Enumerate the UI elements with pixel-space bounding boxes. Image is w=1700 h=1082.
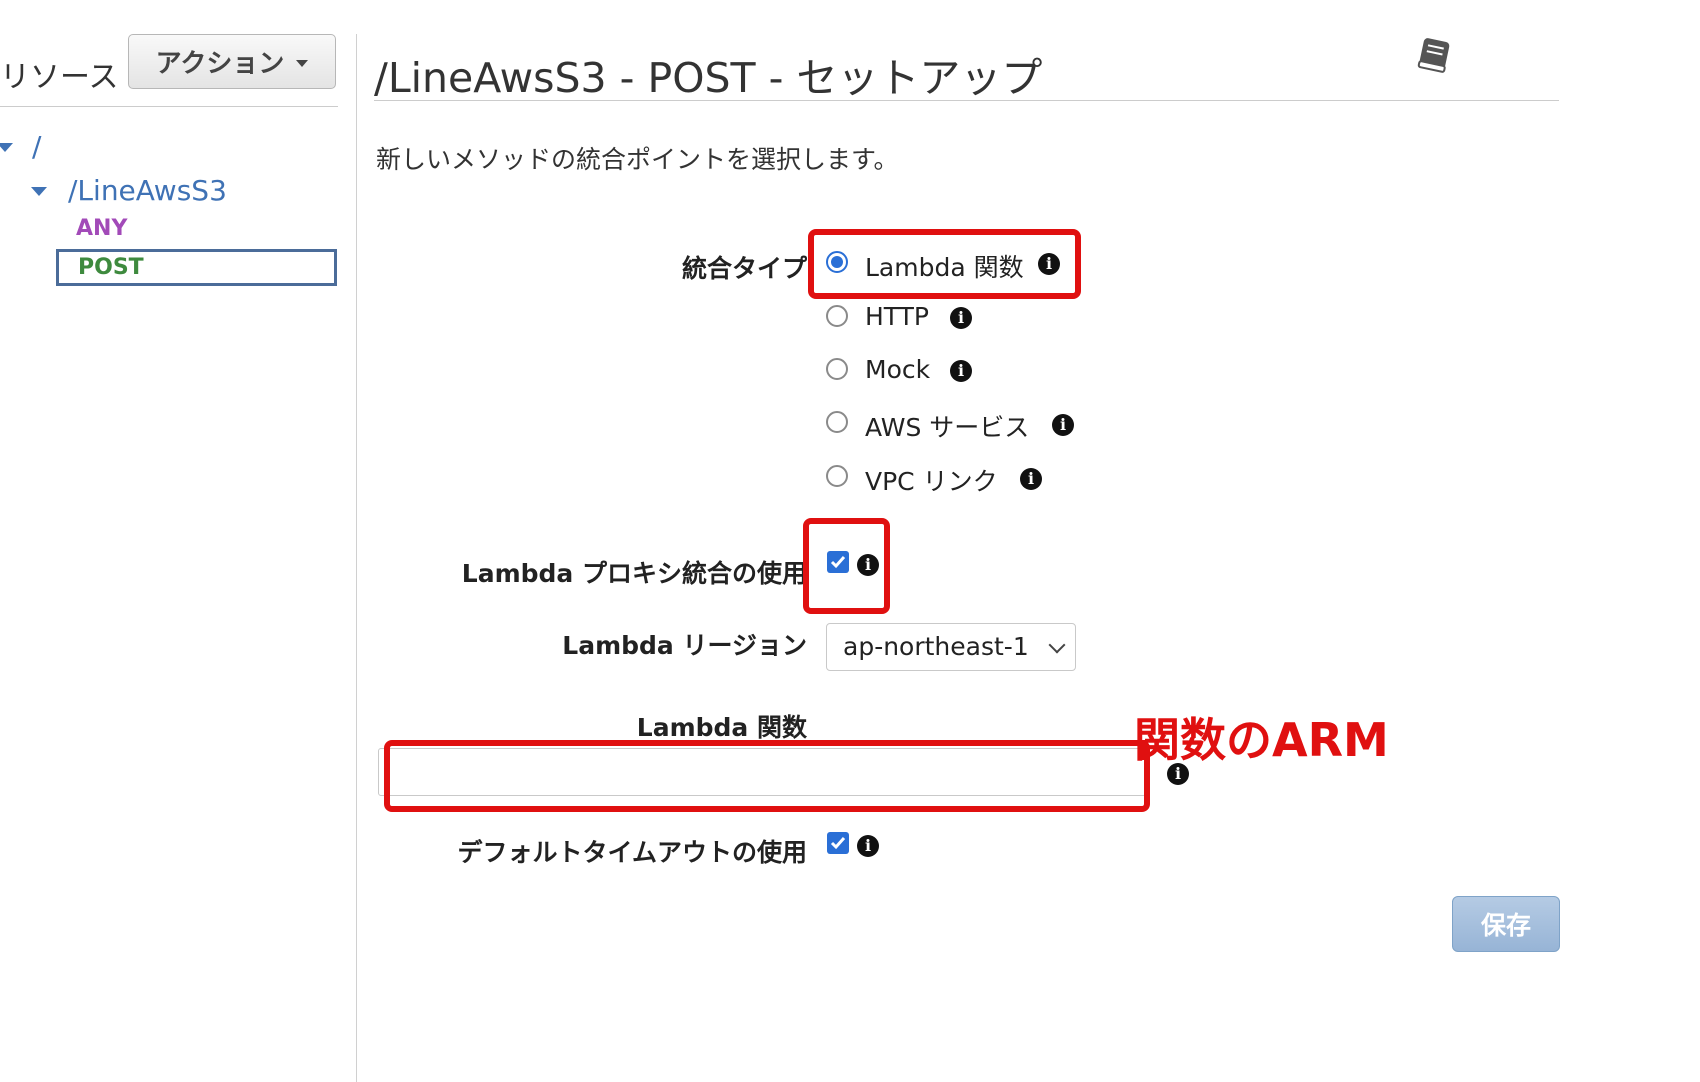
panel-divider <box>356 34 357 1082</box>
info-icon[interactable]: i <box>1020 468 1042 490</box>
chevron-down-icon <box>1048 636 1066 654</box>
radio-http-label[interactable]: HTTP <box>865 302 929 331</box>
caret-down-icon[interactable] <box>0 143 13 152</box>
radio-aws-service[interactable] <box>826 411 848 433</box>
tree-resource-link[interactable]: /LineAwsS3 <box>68 174 227 207</box>
function-label: Lambda 関数 <box>636 713 807 742</box>
timeout-checkbox[interactable] <box>827 832 849 854</box>
radio-mock-label[interactable]: Mock <box>865 355 930 384</box>
tree-root-link[interactable]: / <box>32 130 41 163</box>
info-icon[interactable]: i <box>950 307 972 329</box>
info-icon[interactable]: i <box>950 360 972 382</box>
region-select[interactable]: ap-northeast-1 <box>826 623 1076 671</box>
actions-button[interactable]: アクション <box>128 34 336 89</box>
radio-vpc-link[interactable] <box>826 465 848 487</box>
radio-http[interactable] <box>826 305 848 327</box>
radio-aws-service-label[interactable]: AWS サービス <box>865 408 1029 444</box>
annotation-box-proxy <box>803 518 890 614</box>
actions-button-label: アクション <box>155 49 285 79</box>
method-any[interactable]: ANY <box>76 216 127 241</box>
annotation-box-function <box>384 740 1150 812</box>
sidebar-divider <box>0 106 338 107</box>
method-post[interactable]: POST <box>56 249 337 286</box>
radio-vpc-link-label[interactable]: VPC リンク <box>865 462 998 498</box>
resources-title: リソース <box>0 60 119 95</box>
annotation-box-lambda <box>808 229 1081 299</box>
page-description: 新しいメソッドの統合ポイントを選択します。 <box>376 145 899 174</box>
book-icon[interactable] <box>1413 36 1457 76</box>
proxy-label: Lambda プロキシ統合の使用 <box>461 559 807 588</box>
page-title: /LineAwsS3 - POST - セットアップ <box>374 54 1043 102</box>
annotation-text: 関数のARM <box>1134 713 1389 767</box>
region-select-value: ap-northeast-1 <box>843 632 1029 661</box>
integration-type-label: 統合タイプ <box>681 254 807 283</box>
check-icon <box>830 837 846 850</box>
save-button[interactable]: 保存 <box>1452 896 1560 952</box>
caret-down-icon <box>296 60 309 67</box>
timeout-label: デフォルトタイムアウトの使用 <box>457 838 807 867</box>
info-icon[interactable]: i <box>857 835 879 857</box>
caret-down-icon[interactable] <box>31 187 47 196</box>
radio-mock[interactable] <box>826 358 848 380</box>
region-label: Lambda リージョン <box>562 631 807 660</box>
info-icon[interactable]: i <box>1052 414 1074 436</box>
title-divider <box>374 100 1559 101</box>
